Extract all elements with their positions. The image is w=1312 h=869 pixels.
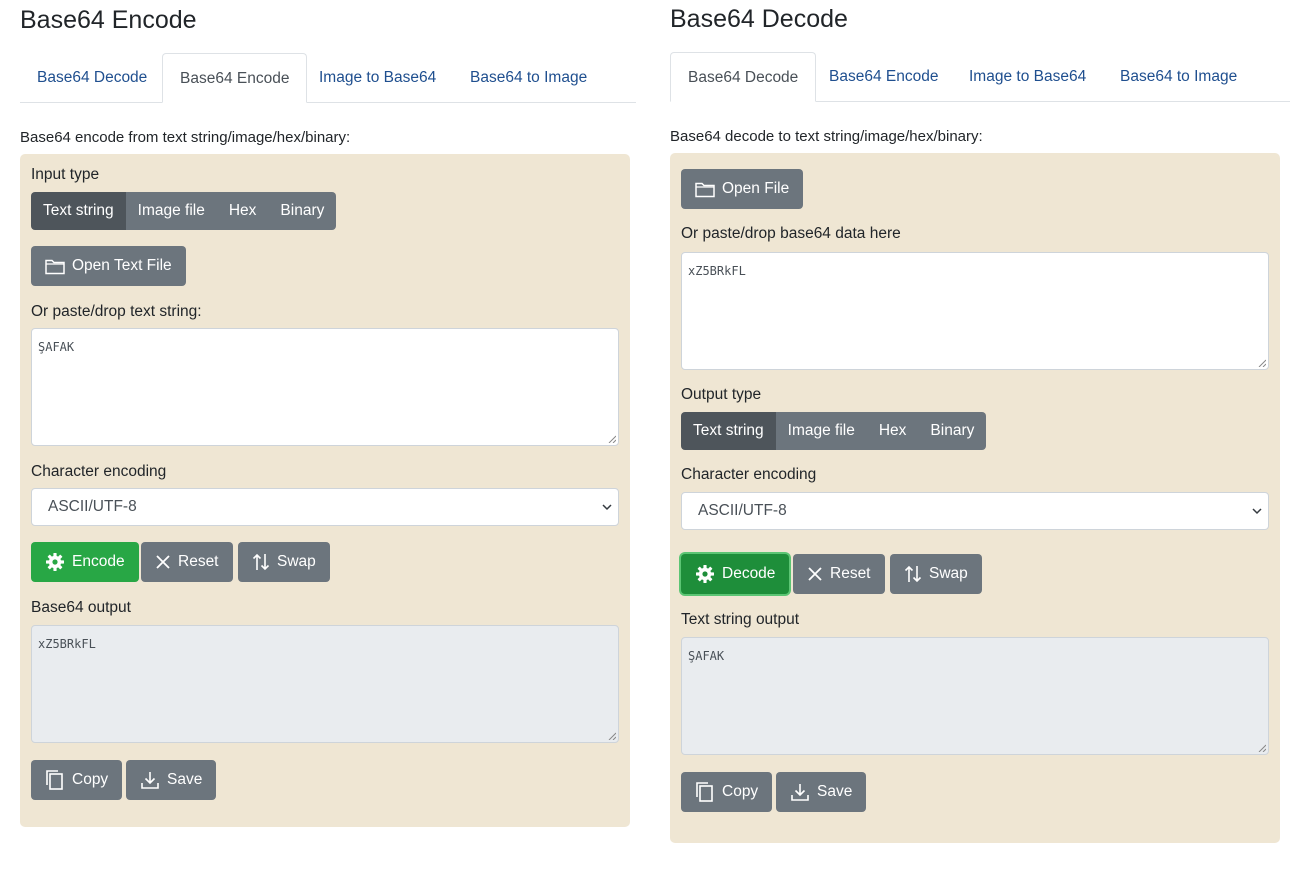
output-type-hex[interactable]: Hex (866, 412, 919, 450)
tab-bar: Base64 Decode Base64 Encode Image to Bas… (20, 53, 636, 103)
reset-button[interactable]: Reset (793, 554, 885, 594)
encoding-select[interactable]: ASCII/UTF-8 (31, 488, 619, 526)
tab-base64-to-image[interactable]: Base64 to Image (453, 53, 604, 103)
gear-icon (696, 565, 714, 583)
decode-button-label: Decode (722, 565, 776, 582)
output-type-image-file[interactable]: Image file (775, 412, 867, 450)
chevron-down-icon (602, 504, 612, 511)
swap-icon (252, 553, 270, 571)
gear-icon (46, 553, 64, 571)
encoding-label: Character encoding (681, 466, 817, 483)
text-output-value: ŞAFAK (688, 649, 725, 663)
encode-button-label: Encode (72, 553, 125, 570)
swap-button-label: Swap (929, 565, 968, 582)
output-label: Base64 output (31, 599, 131, 616)
tab-base64-encode[interactable]: Base64 Encode (812, 52, 955, 102)
copy-button[interactable]: Copy (31, 760, 123, 800)
copy-icon (696, 782, 713, 802)
tab-bar: Base64 Decode Base64 Encode Image to Bas… (670, 52, 1290, 102)
tab-image-to-base64[interactable]: Image to Base64 (302, 53, 453, 103)
text-input[interactable]: ŞAFAK (31, 328, 619, 446)
encode-button[interactable]: Encode (31, 542, 139, 582)
paste-label: Or paste/drop base64 data here (681, 225, 901, 242)
tab-base64-encode[interactable]: Base64 Encode (162, 53, 308, 103)
output-type-binary[interactable]: Binary (918, 412, 987, 450)
text-output[interactable]: ŞAFAK (681, 637, 1269, 755)
open-file-label: Open File (722, 180, 790, 197)
input-type-text-string[interactable]: Text string (31, 192, 126, 230)
tab-base64-decode[interactable]: Base64 Decode (20, 53, 164, 103)
save-button[interactable]: Save (776, 772, 867, 812)
copy-button-label: Copy (72, 771, 109, 788)
output-type-group: Text string Image file Hex Binary (681, 412, 987, 450)
encode-form: Input type Text string Image file Hex Bi… (20, 154, 630, 827)
description: Base64 decode to text string/image/hex/b… (670, 128, 983, 145)
base64-input-value: xZ5BRkFL (688, 264, 746, 278)
resize-handle-icon[interactable] (608, 732, 616, 740)
decode-form: Open File Or paste/drop base64 data here… (670, 153, 1280, 843)
copy-icon (46, 770, 63, 790)
output-type-text-string[interactable]: Text string (681, 412, 776, 450)
resize-handle-icon[interactable] (608, 435, 616, 443)
swap-button[interactable]: Swap (890, 554, 982, 594)
close-icon (808, 567, 822, 581)
open-text-file-label: Open Text File (72, 257, 172, 274)
tab-base64-decode[interactable]: Base64 Decode (670, 52, 817, 102)
save-button[interactable]: Save (126, 760, 217, 800)
input-type-group: Text string Image file Hex Binary (31, 192, 337, 230)
base64-output[interactable]: xZ5BRkFL (31, 625, 619, 743)
output-type-label: Output type (681, 386, 762, 403)
base64-output-value: xZ5BRkFL (38, 637, 96, 651)
open-text-file-button[interactable]: Open Text File (31, 246, 186, 286)
tab-image-to-base64[interactable]: Image to Base64 (952, 52, 1103, 102)
reset-button[interactable]: Reset (141, 542, 233, 582)
input-type-hex[interactable]: Hex (216, 192, 269, 230)
save-button-label: Save (817, 783, 853, 800)
chevron-down-icon (1252, 508, 1262, 515)
paste-label: Or paste/drop text string: (31, 303, 202, 320)
folder-icon (45, 259, 65, 274)
folder-icon (695, 182, 715, 197)
reset-button-label: Reset (830, 565, 871, 582)
resize-handle-icon[interactable] (1258, 744, 1266, 752)
download-icon (791, 784, 809, 801)
close-icon (156, 555, 170, 569)
swap-icon (904, 565, 922, 583)
reset-button-label: Reset (178, 553, 219, 570)
base64-input[interactable]: xZ5BRkFL (681, 252, 1269, 370)
copy-button[interactable]: Copy (681, 772, 773, 812)
copy-button-label: Copy (722, 783, 759, 800)
download-icon (141, 772, 159, 789)
decode-button[interactable]: Decode (681, 554, 790, 594)
encoding-label: Character encoding (31, 463, 167, 480)
encoding-select-value: ASCII/UTF-8 (698, 502, 787, 519)
description: Base64 encode from text string/image/hex… (20, 129, 351, 146)
output-label: Text string output (681, 611, 800, 628)
text-input-value: ŞAFAK (38, 340, 75, 354)
input-type-label: Input type (31, 166, 100, 183)
save-button-label: Save (167, 771, 203, 788)
page-title: Base64 Encode (20, 6, 197, 34)
resize-handle-icon[interactable] (1258, 359, 1266, 367)
open-file-button[interactable]: Open File (681, 169, 804, 209)
encoding-select-value: ASCII/UTF-8 (48, 498, 137, 515)
input-type-image-file[interactable]: Image file (125, 192, 217, 230)
tab-base64-to-image[interactable]: Base64 to Image (1103, 52, 1254, 102)
page-title: Base64 Decode (670, 5, 848, 33)
input-type-binary[interactable]: Binary (268, 192, 337, 230)
swap-button-label: Swap (277, 553, 316, 570)
encoding-select[interactable]: ASCII/UTF-8 (681, 492, 1269, 530)
swap-button[interactable]: Swap (238, 542, 330, 582)
